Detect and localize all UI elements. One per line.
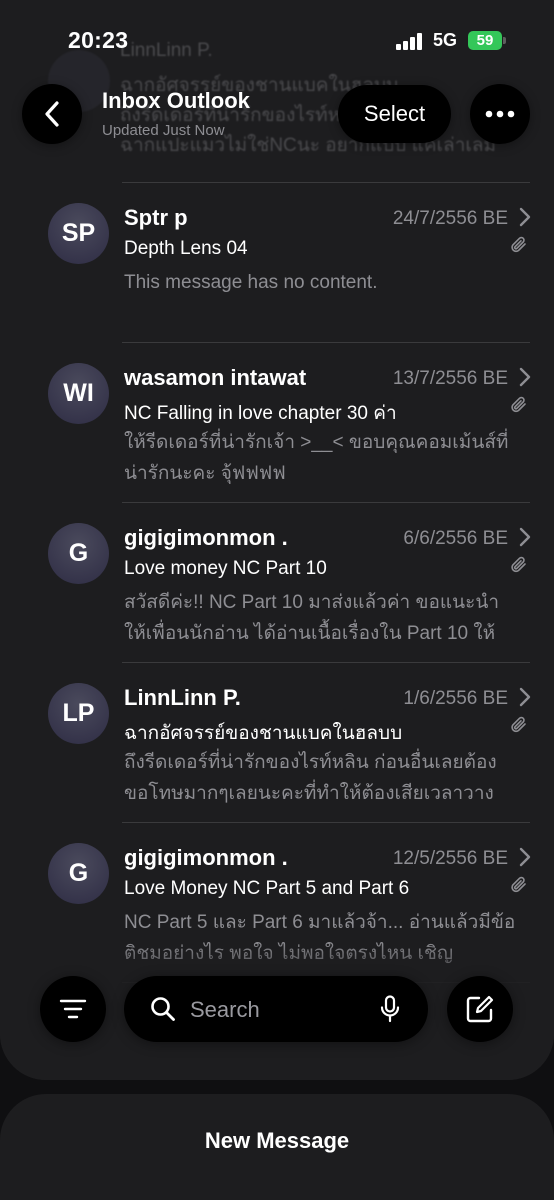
sender-avatar: G [48, 523, 109, 584]
message-date: 24/7/2556 BE [392, 208, 508, 229]
message-date: 1/6/2556 BE [403, 688, 508, 709]
battery-icon: 59 [468, 31, 502, 50]
message-preview: ถึงรีดเดอร์ที่น่ารักของไรท์หลิน ก่อนอื่น… [124, 752, 497, 804]
network-type: 5G [433, 30, 458, 50]
search-input[interactable] [188, 991, 372, 1029]
chevron-left-icon [45, 101, 59, 127]
compose-icon [466, 995, 494, 1023]
more-icon [485, 110, 515, 118]
status-time: 20:23 [68, 27, 129, 53]
chevron-right-icon [519, 367, 531, 387]
message-list: SP Sptr p 24/7/2556 BE Depth Lens 04 Thi… [0, 183, 554, 983]
message-date: 13/7/2556 BE [392, 368, 508, 389]
more-button[interactable] [470, 84, 530, 144]
message-row[interactable]: G gigigimonmon . 6/6/2556 BE Love money … [0, 503, 554, 663]
sender-avatar: WI [48, 363, 109, 424]
mailbox-title: Inbox Outlook [102, 88, 250, 113]
chevron-right-icon [519, 687, 531, 707]
message-row[interactable]: WI wasamon intawat 13/7/2556 BE NC Falli… [0, 343, 554, 503]
message-date: 12/5/2556 BE [392, 848, 508, 869]
message-subject: ฉากอัศจรรย์ของชานแบคในฮลบบ [124, 723, 403, 744]
select-button[interactable]: Select [338, 85, 451, 143]
message-preview: สวัสดีค่ะ!! NC Part 10 มาส่งแล้วค่า ขอแน… [124, 592, 499, 644]
sender-name: gigigimonmon . [124, 845, 288, 870]
microphone-icon[interactable] [380, 995, 400, 1023]
sender-avatar: G [48, 843, 109, 904]
sender-name: Sptr p [124, 205, 188, 230]
chevron-right-icon [519, 207, 531, 227]
message-subject: Depth Lens 04 [124, 238, 248, 259]
new-message-title: New Message [204, 1128, 350, 1153]
sender-name: wasamon intawat [124, 365, 307, 390]
sender-name: LinnLinn P. [124, 685, 241, 710]
message-subject: Love money NC Part 10 [124, 558, 327, 579]
sender-avatar: SP [48, 203, 109, 264]
search-icon [151, 997, 175, 1021]
message-preview: ให้รีดเดอร์ที่น่ารักเจ้า >__< ขอบคุณคอมเ… [124, 432, 509, 484]
message-date: 6/6/2556 BE [403, 528, 508, 549]
chevron-right-icon [519, 527, 531, 547]
update-status: Updated Just Now [102, 122, 225, 139]
status-bar: 20:23 5G 59 [0, 0, 554, 80]
back-button[interactable] [22, 84, 82, 144]
message-row[interactable]: LP LinnLinn P. 1/6/2556 BE ฉากอัศจรรย์ขอ… [0, 663, 554, 823]
search-bar[interactable] [124, 976, 428, 1042]
cellular-signal-icon [396, 33, 426, 50]
compose-button[interactable] [447, 976, 513, 1042]
filter-icon [59, 999, 87, 1019]
battery-tip [503, 37, 506, 44]
mail-sheet: LinnLinn P. ฉากอัศจรรย์ของชานแบคในฮลบบ ถ… [0, 0, 554, 1080]
sender-avatar: LP [48, 683, 109, 744]
message-preview: This message has no content. [124, 272, 378, 293]
message-subject: Love Money NC Part 5 and Part 6 [124, 878, 410, 899]
filter-button[interactable] [40, 976, 106, 1042]
message-subject: NC Falling in love chapter 30 ค่า [124, 403, 397, 424]
new-message-sheet[interactable]: New Message [0, 1094, 554, 1200]
sender-name: gigigimonmon . [124, 525, 288, 550]
message-row[interactable]: SP Sptr p 24/7/2556 BE Depth Lens 04 Thi… [0, 183, 554, 343]
chevron-right-icon [519, 847, 531, 867]
